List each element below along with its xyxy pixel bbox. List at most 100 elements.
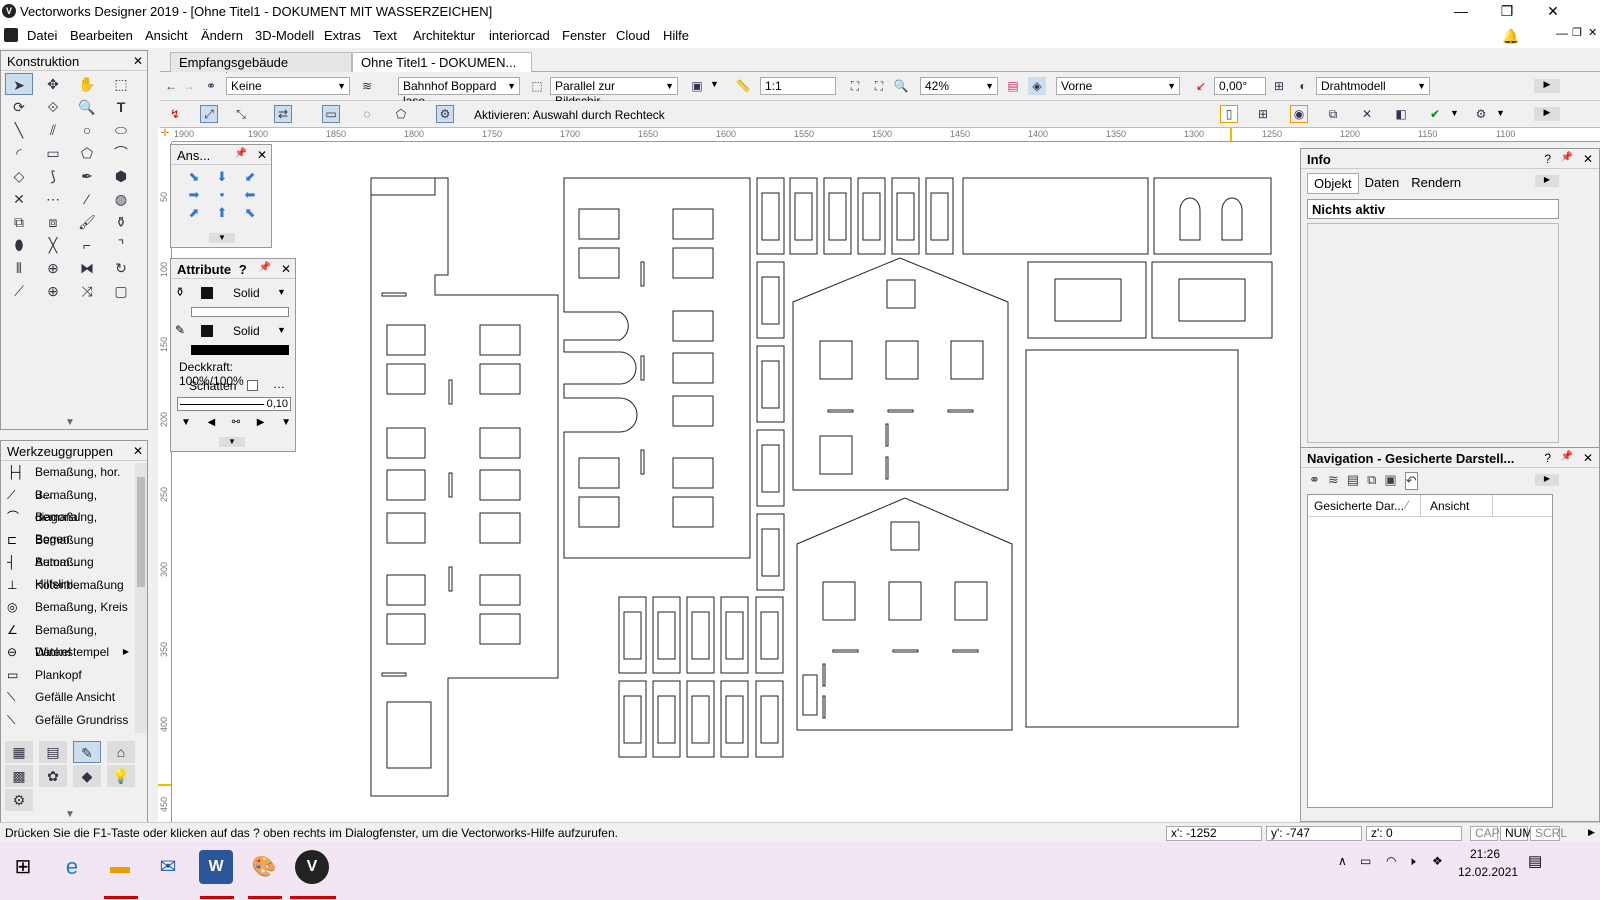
clock-time[interactable]: 21:26 [1470,847,1500,861]
double-line-tool-icon[interactable]: ⫽ [39,119,67,141]
view-top-icon[interactable]: ⬇ [209,169,235,185]
link-icon[interactable]: ⚯ [232,417,240,428]
eyedropper-tool-icon[interactable]: ✒ [73,165,101,187]
class-select[interactable]: Keine ▼ [226,77,350,95]
ruler-origin-icon[interactable]: ✛ [158,128,172,142]
doc-minimize-button[interactable]: — [1556,26,1568,40]
connect-tool-icon[interactable]: ⁄ [73,188,101,210]
column-ansicht[interactable]: Ansicht [1430,499,1469,513]
dropbox-icon[interactable]: ❖ [1432,854,1443,868]
paint-icon[interactable]: 🎨 [247,850,281,884]
status-arrow-icon[interactable]: ▶ [1588,827,1595,838]
viewbar-overflow-icon[interactable]: ▶ [1534,79,1560,93]
reshape-tool-icon[interactable]: ⬚ [107,73,135,95]
toolset-site-icon[interactable]: ▩ [5,765,33,787]
grid-icon[interactable]: ⊞ [1254,105,1272,123]
menu-3d-modell[interactable]: 3D-Modell [255,28,314,43]
pen-color-swatch[interactable] [201,325,213,337]
rectangle-select-icon[interactable]: ▭ [322,105,340,123]
paint-bucket-tool-icon[interactable]: ⚱ [107,211,135,233]
action-center-icon[interactable]: ▤ [1528,852,1542,870]
clock-date[interactable]: 12.02.2021 [1458,865,1518,879]
toolset-item[interactable]: ⊥ Kotenbemaßung [1,574,133,597]
projection-select[interactable]: Parallel zur Bildschir...▼ [550,77,678,108]
line-weight-field[interactable]: 0,10 [177,397,291,411]
arc-tool-icon[interactable]: ◜ [5,142,33,164]
toolset-item[interactable]: ⟍ Gefälle Grundriss [1,709,133,732]
locus-tool-icon[interactable]: ⬢ [107,165,135,187]
menu-architektur[interactable]: Architektur [413,28,475,43]
toolsets-scrollbar[interactable] [135,463,147,733]
menu-hilfe[interactable]: Hilfe [663,28,689,43]
circle-tool-icon[interactable]: ○ [73,119,101,141]
hatch-tool-icon[interactable]: ⫴ [5,257,33,279]
toolset-3d-icon[interactable]: ▦ [5,741,33,763]
view-left-icon[interactable]: ➡ [181,187,207,203]
toolset-item[interactable]: ▭ Plankopf [1,664,133,687]
scrollbar-thumb[interactable] [137,477,145,587]
dimension-tool-icon[interactable]: ⟋ [5,280,33,302]
toolset-item[interactable]: ∠ Bemaßung, Winkel [1,619,133,659]
text-tool-icon[interactable]: T [107,96,135,118]
info-overflow-icon[interactable]: ▶ [1535,175,1559,187]
vectorworks-taskbar-icon[interactable]: V [295,850,329,884]
menu-interiorcad[interactable]: interiorcad [489,28,550,43]
maximize-button[interactable]: ❐ [1484,0,1530,24]
nav-layers-icon[interactable]: ≋ [1328,472,1339,490]
tool-panel-close-button[interactable]: ✕ [133,54,143,68]
zoom-icon[interactable]: 🔍 [892,77,910,95]
chamfer-tool-icon[interactable]: ⌝ [107,234,135,256]
toolset-house-icon[interactable]: ⌂ [107,741,135,763]
scale-field[interactable]: 1:1 [760,77,836,95]
toolset-item[interactable]: ├┤ Bemaßung, hor. u... [1,461,133,501]
class-icon[interactable]: ⚭ [202,77,220,95]
check-icon[interactable]: ✔ [1426,105,1444,123]
polygon-tool-icon[interactable]: ⬠ [73,142,101,164]
move-tool-icon[interactable]: ⤨ [73,280,101,302]
nav-saved-views-icon[interactable]: ↶ [1404,472,1418,490]
nav-help-icon[interactable]: ? [1544,451,1551,465]
menu-bearbeiten[interactable]: Bearbeiten [70,28,133,43]
nav-classes-icon[interactable]: ⚭ [1309,472,1320,490]
volume-icon[interactable]: 🕨 [1408,854,1416,869]
settings-mode-icon[interactable]: ⚙ [436,105,454,123]
pan-tool-icon[interactable]: ✋ [73,73,101,95]
check-dropdown-icon[interactable]: ▼ [1450,108,1459,118]
cut-plane-tool-icon[interactable]: ⟐ [39,96,67,118]
file-explorer-icon[interactable]: ▬ [103,850,137,884]
back-icon[interactable]: ← [162,77,180,95]
spiral-tool-icon[interactable]: ⟆ [39,165,67,187]
fill-style-select[interactable]: Solid [233,286,260,300]
tab-daten[interactable]: Daten [1359,173,1406,194]
modebar-overflow-icon[interactable]: ▶ [1534,107,1560,121]
page-layout-icon[interactable]: ▯ [1220,105,1238,123]
fillet-tool-icon[interactable]: ⌐ [73,234,101,256]
toolset-item[interactable]: ⟍ Gefälle Ansicht [1,686,133,709]
fit-objects-icon[interactable]: ⛶ [846,77,864,95]
page-icon[interactable]: ▣ [688,77,706,95]
nav-overflow-icon[interactable]: ▶ [1535,474,1559,486]
tab-empfangsgebaeude[interactable]: Empfangsgebäude Boppard.... [170,52,352,85]
minimize-button[interactable]: — [1438,0,1484,24]
toolset-item[interactable]: ⊏ Bemaßung Autom... [1,529,133,569]
lock-selection-icon[interactable]: ↯ [166,105,184,123]
menu-extras[interactable]: Extras [324,28,361,43]
layer-icon[interactable]: ≋ [358,77,376,95]
pin-icon[interactable]: 📌 [1561,451,1573,462]
ruler-horizontal[interactable]: 1900 1900 1850 1800 1750 1700 1650 1600 … [172,128,1600,142]
tab-objekt[interactable]: Objekt [1307,173,1359,194]
render-mode-select[interactable]: Drahtmodell ▼ [1316,77,1430,95]
drawing-canvas[interactable] [172,142,1300,822]
view-left-bottom-icon[interactable]: ⬈ [181,205,207,221]
attribute-mapping-tool-icon[interactable]: ◍ [107,188,135,210]
freehand-tool-icon[interactable]: ◇ [5,165,33,187]
toolset-light-icon[interactable]: 💡 [107,765,135,787]
page-dropdown-arrow-icon[interactable]: ▼ [710,79,719,89]
doc-restore-button[interactable]: ❐ [1572,26,1582,39]
rectangle-tool-icon[interactable]: ▭ [39,142,67,164]
info-panel-close-button[interactable]: ✕ [1583,152,1593,166]
toolsets-expand-icon[interactable]: ▼ [65,809,75,820]
magnify-tool-icon[interactable]: ⊕ [39,257,67,279]
toolsets-close-button[interactable]: ✕ [133,444,143,458]
toolset-item[interactable]: ⊖ Datenstempel ▶ [1,641,133,664]
